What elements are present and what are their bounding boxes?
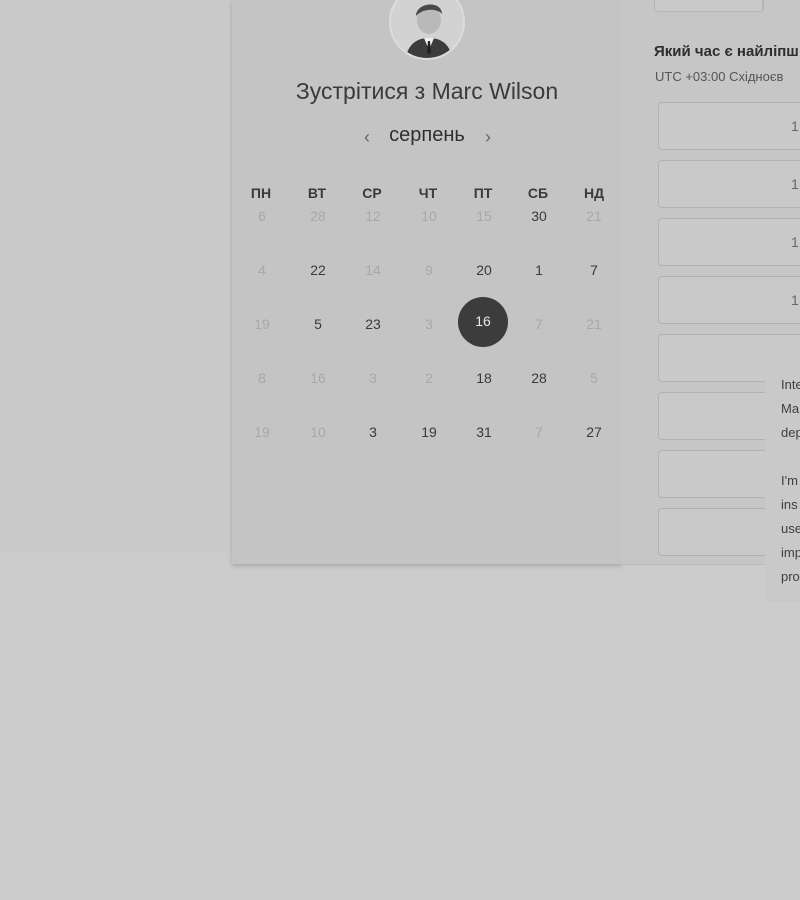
- calendar-day: 21: [586, 316, 602, 332]
- weekday-tue: ВТ: [307, 185, 327, 201]
- popover-line: use: [781, 521, 800, 536]
- calendar-day[interactable]: 7: [574, 260, 614, 280]
- month-label: серпень: [389, 124, 465, 146]
- month-navigator: ‹ серпень ›: [232, 124, 622, 152]
- page-title: Зустрітися з Marc Wilson: [295, 78, 559, 104]
- calendar-day: 19: [254, 316, 270, 332]
- time-slot-label: 1: [791, 234, 799, 250]
- profile-description-popover: Inte Ma dep I'm ins use imp pro: [765, 362, 800, 602]
- avatar: [389, 0, 465, 60]
- calendar-day[interactable]: 5: [298, 314, 338, 334]
- calendar-day: 9: [425, 262, 433, 278]
- top-field-divider: [762, 0, 763, 10]
- popover-line: ins: [781, 497, 798, 512]
- calendar-day[interactable]: 30: [519, 206, 559, 226]
- calendar-day[interactable]: 18: [464, 368, 504, 388]
- calendar-day-selected[interactable]: 16: [458, 297, 508, 347]
- calendar-day[interactable]: 28: [519, 368, 559, 388]
- calendar-day: 19: [254, 424, 270, 440]
- time-slot-button[interactable]: 1: [658, 276, 800, 324]
- chevron-right-icon[interactable]: ›: [478, 126, 498, 148]
- time-slot-label: 1: [791, 292, 799, 308]
- popover-line: imp: [781, 545, 800, 560]
- weekday-fri: ПТ: [473, 185, 493, 201]
- popover-line: Inte: [781, 377, 800, 392]
- popover-paragraph-gap: [781, 450, 800, 474]
- weekday-sun: НД: [583, 185, 605, 201]
- popover-line: Ma: [781, 401, 800, 416]
- calendar-day: 16: [310, 370, 326, 386]
- weekday-mon: ПН: [250, 185, 272, 201]
- time-question-heading: Який час є найліпш: [654, 43, 799, 60]
- calendar-day: 14: [365, 262, 381, 278]
- calendar-day[interactable]: 20: [464, 260, 504, 280]
- calendar-day: 8: [258, 370, 266, 386]
- calendar-day: 7: [535, 424, 543, 440]
- calendar-day: 28: [310, 208, 326, 224]
- calendar-day[interactable]: 23: [353, 314, 393, 334]
- calendar-day: 7: [535, 316, 543, 332]
- top-input-field[interactable]: [654, 0, 764, 12]
- calendar-day: 21: [586, 208, 602, 224]
- weekday-wed: СР: [362, 185, 382, 201]
- time-slot-label: 1: [791, 176, 799, 192]
- calendar-day: 3: [425, 316, 433, 332]
- calendar-day[interactable]: 3: [353, 422, 393, 442]
- calendar-day[interactable]: 19: [409, 422, 449, 442]
- weekday-sat: СБ: [527, 185, 549, 201]
- popover-line: I'm: [781, 473, 798, 488]
- calendar-day[interactable]: 22: [298, 260, 338, 280]
- calendar-day: 4: [258, 262, 266, 278]
- calendar-card: Зустрітися з Marc Wilson ‹ серпень › ПН …: [232, 0, 622, 564]
- calendar-day: 12: [365, 208, 381, 224]
- time-slot-button[interactable]: 1: [658, 160, 800, 208]
- popover-text: Inte Ma dep I'm ins use imp pro: [781, 378, 800, 594]
- time-slot-button[interactable]: 1: [658, 218, 800, 266]
- time-slot-label: 1: [791, 118, 799, 134]
- timezone-label[interactable]: UTC +03:00 Східноєв: [655, 69, 783, 84]
- weekday-thu: ЧТ: [418, 185, 438, 201]
- calendar-day: 2: [425, 370, 433, 386]
- time-slot-button[interactable]: 1: [658, 102, 800, 150]
- calendar-day: 10: [310, 424, 326, 440]
- popover-line: pro: [781, 569, 800, 584]
- calendar-day[interactable]: 1: [519, 260, 559, 280]
- calendar-day: 15: [476, 208, 492, 224]
- calendar-day: 5: [590, 370, 598, 386]
- calendar-day[interactable]: 31: [464, 422, 504, 442]
- calendar-day: 3: [369, 370, 377, 386]
- calendar-day[interactable]: 27: [574, 422, 614, 442]
- calendar-day: 10: [421, 208, 437, 224]
- calendar-day: 6: [258, 208, 266, 224]
- popover-line: dep: [781, 425, 800, 440]
- avatar-image: [391, 0, 463, 58]
